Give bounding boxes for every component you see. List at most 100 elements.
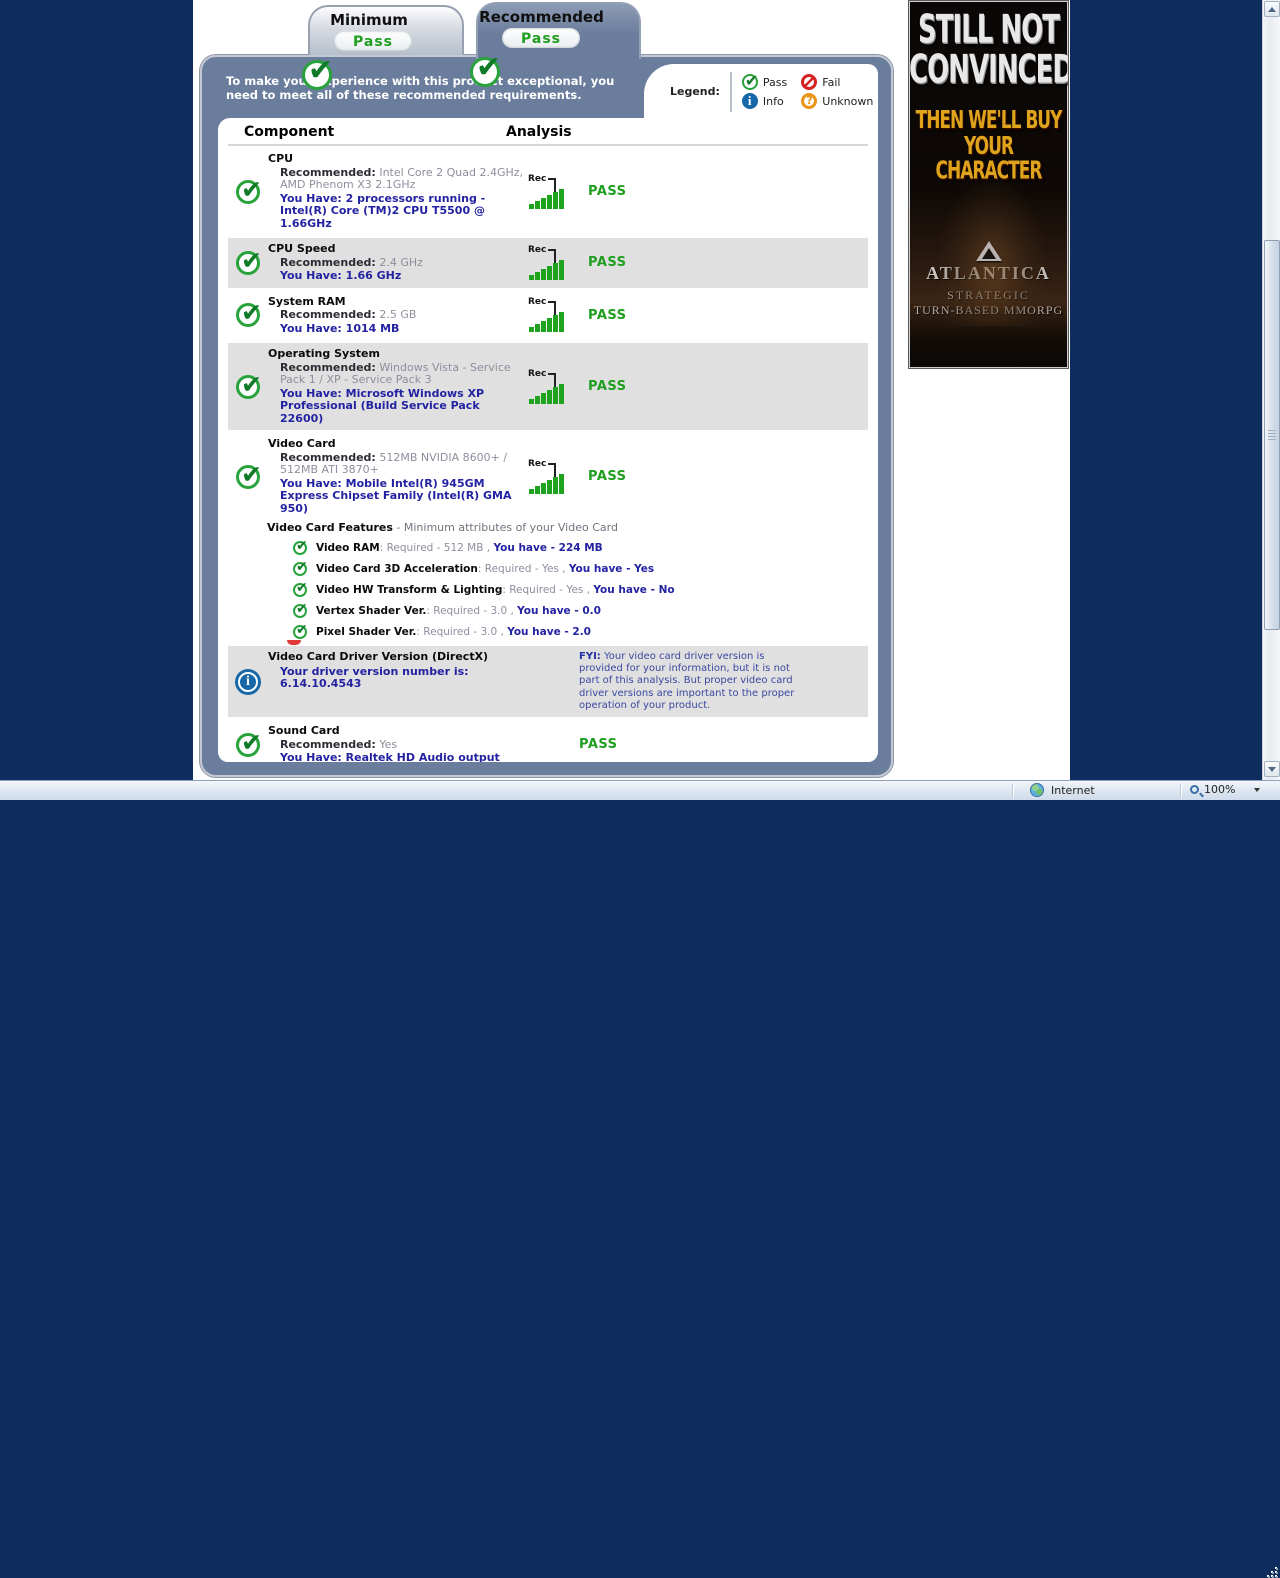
- rec-bar-meter: Rec: [528, 297, 576, 333]
- window-resize-grip[interactable]: [1266, 1566, 1278, 1578]
- result-badge: PASS: [588, 469, 627, 484]
- pass-check-icon: [293, 538, 308, 555]
- rec-bar-meter: Rec: [528, 369, 576, 405]
- you-have-value: You Have: 1014 MB: [280, 321, 400, 335]
- security-zone-indicator: Internet: [1030, 783, 1095, 797]
- unknown-icon: [801, 93, 818, 109]
- feature-required: Required - 3.0: [416, 626, 507, 638]
- recommended-value: 2.4 GHz: [379, 255, 423, 269]
- ad-subline-line1: THEN WE'LL BUY: [915, 106, 1063, 136]
- zoom-dropdown-caret-icon[interactable]: [1254, 787, 1261, 792]
- rec-bar-meter: Rec: [528, 174, 576, 210]
- component-name: System RAM: [268, 294, 346, 308]
- result-badge: PASS: [588, 184, 627, 199]
- pass-check-icon: [470, 50, 501, 87]
- info-icon: [741, 93, 758, 109]
- row-sound-card: Sound Card Recommended: Yes You Have: Re…: [228, 720, 868, 762]
- you-have-value: You Have: Realtek HD Audio output: [280, 751, 500, 762]
- atlantica-emblem-icon: [975, 241, 1002, 261]
- feature-vertex-shader: Vertex Shader Ver.Required - 3.0You have…: [293, 601, 868, 618]
- recommended-value: 2.5 GB: [379, 308, 417, 321]
- legend-fail-label: Fail: [822, 75, 841, 89]
- pass-check-icon: [293, 601, 308, 618]
- you-have-value: You Have: 1.66 GHz: [280, 269, 402, 282]
- row-video-card-driver: Video Card Driver Version (DirectX) Your…: [228, 646, 868, 718]
- zoom-level: 100%: [1204, 783, 1236, 796]
- zoom-control[interactable]: 100%: [1190, 783, 1261, 796]
- tab-minimum-label: Minimum: [330, 11, 408, 29]
- legend-pass-label: Pass: [762, 75, 788, 89]
- video-card-features: Video Card Features - Minimum attributes…: [228, 520, 868, 645]
- vertical-scrollbar[interactable]: [1262, 0, 1280, 780]
- legend-items: Pass Fail Info Unknown: [741, 71, 873, 109]
- row-operating-system: Operating System Recommended: Windows Vi…: [228, 343, 868, 430]
- pass-check-icon: [293, 559, 308, 576]
- row-video-card: Video Card Recommended: 512MB NVIDIA 860…: [228, 433, 868, 520]
- scroll-down-button[interactable]: [1264, 761, 1280, 777]
- rec-marker-label: Rec: [528, 458, 547, 469]
- pass-check-icon: [236, 246, 262, 275]
- ad-headline-line2: CONVINCED?: [909, 48, 1068, 93]
- tab-recommended-status-pill: Pass: [502, 28, 580, 48]
- chevron-up-icon: [1268, 6, 1276, 12]
- you-have-value: You Have: Microsoft Windows XP Professio…: [280, 386, 485, 425]
- rec-marker-label: Rec: [528, 297, 547, 308]
- result-badge: PASS: [588, 307, 627, 323]
- recommended-label: Recommended:: [280, 360, 376, 374]
- row-cpu-speed: CPU Speed Recommended: 2.4 GHz You Have:…: [228, 238, 868, 288]
- you-have-value: You Have: 2 processors running - Intel(R…: [280, 191, 486, 230]
- features-title: Video Card Features: [267, 521, 393, 534]
- rec-marker-label: Rec: [528, 368, 547, 379]
- pass-check-icon: [302, 53, 333, 90]
- scrollbar-thumb[interactable]: [1264, 240, 1280, 630]
- component-name: Video Card: [268, 437, 336, 450]
- component-column-header: Component: [244, 124, 335, 140]
- feature-you-have: You have - No: [593, 583, 675, 596]
- feature-label: Pixel Shader Ver.: [316, 625, 417, 638]
- result-badge: PASS: [588, 255, 627, 271]
- magnifier-icon: [1190, 785, 1199, 794]
- feature-video-ram: Video RAMRequired - 512 MBYou have - 224…: [293, 538, 868, 555]
- table-header: Component Analysis: [228, 124, 868, 146]
- rec-marker-label: Rec: [528, 173, 547, 184]
- fail-icon: [801, 74, 818, 90]
- results-panel: To make your experience with this produc…: [200, 55, 893, 777]
- info-icon: [238, 671, 258, 692]
- analysis-column-header: Analysis: [506, 124, 572, 140]
- recommended-label: Recommended:: [280, 165, 376, 179]
- tab-recommended-label: Recommended: [479, 8, 604, 26]
- result-badge: PASS: [579, 737, 618, 753]
- feature-pixel-shader: Pixel Shader Ver.Required - 3.0You have …: [293, 622, 868, 639]
- pass-check-icon: [236, 370, 262, 399]
- component-name: CPU: [268, 152, 294, 165]
- partially-visible-fail-icon: [287, 640, 301, 645]
- scroll-up-button[interactable]: [1264, 1, 1280, 17]
- tab-minimum[interactable]: Minimum Pass: [302, 5, 464, 90]
- pass-check-icon: [236, 298, 262, 328]
- legend-fail: Fail: [801, 74, 873, 90]
- rec-bar-meter: Rec: [528, 245, 576, 281]
- browser-status-bar: Internet 100%: [0, 780, 1280, 1578]
- chevron-down-icon: [1268, 766, 1276, 772]
- recommended-label: Recommended:: [280, 308, 376, 321]
- driver-version-detail: Your driver version number is: 6.14.10.4…: [280, 664, 469, 690]
- legend-pass: Pass: [741, 71, 788, 90]
- ad-headline-line1: STILL NOT: [918, 8, 1060, 53]
- fyi-note: FYI: Your video card driver version is p…: [579, 649, 801, 714]
- tab-recommended[interactable]: Recommended Pass: [470, 2, 641, 87]
- zone-label: Internet: [1051, 783, 1095, 797]
- tab-recommended-status: Pass: [521, 31, 561, 47]
- pass-check-icon: [236, 728, 262, 757]
- pass-check-icon: [236, 175, 262, 204]
- internet-globe-icon: [1030, 783, 1044, 797]
- legend-info-label: Info: [762, 94, 784, 108]
- legend: Legend: Pass Fail Info Unknown: [644, 64, 878, 119]
- feature-you-have: You have - 0.0: [517, 604, 601, 617]
- ad-banner-atlantica[interactable]: STILL NOT CONVINCED? THEN WE'LL BUY YOUR…: [908, 0, 1069, 369]
- feature-label: Video RAM: [316, 541, 380, 554]
- component-name: Sound Card: [268, 724, 340, 738]
- feature-hw-transform-lighting: Video HW Transform & LightingRequired - …: [293, 580, 868, 597]
- feature-label: Vertex Shader Ver.: [316, 604, 427, 617]
- rec-marker-label: Rec: [528, 244, 547, 255]
- rec-bar-meter: Rec: [528, 459, 576, 495]
